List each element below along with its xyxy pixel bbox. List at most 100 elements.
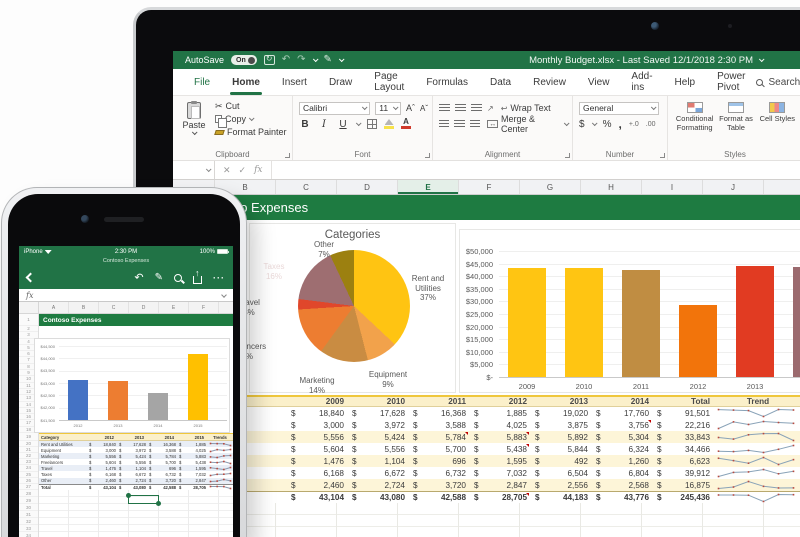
- align-middle-icon[interactable]: [455, 104, 466, 112]
- cell-marketing-2013[interactable]: $5,892: [530, 431, 591, 443]
- mobile-column-header-d[interactable]: D: [129, 302, 159, 313]
- cell-freelancers-total[interactable]: $34,466: [652, 443, 713, 455]
- merge-center-button[interactable]: ↔ Merge & Center: [487, 114, 568, 134]
- cell-equipment-2013[interactable]: $3,875: [530, 419, 591, 431]
- mobile-row-label[interactable]: Travel: [39, 466, 87, 471]
- grow-font-icon[interactable]: Aˆ: [406, 103, 415, 113]
- header-2014[interactable]: 2014: [591, 397, 652, 406]
- borders-icon[interactable]: [367, 119, 377, 129]
- redo-dropdown-icon[interactable]: [312, 56, 318, 62]
- mobile-row-header-1[interactable]: 1: [19, 314, 38, 326]
- mobile-undo-icon[interactable]: ↶: [134, 271, 143, 284]
- cell-freelancers-2012[interactable]: $5,438: [469, 443, 530, 455]
- cell-total-total[interactable]: $245,436: [652, 492, 713, 503]
- mobile-column-header-e[interactable]: E: [159, 302, 189, 313]
- mobile-column-header-a[interactable]: A: [39, 302, 69, 313]
- redo-icon[interactable]: ↷: [297, 55, 305, 65]
- cell-total-2009[interactable]: $43,104: [286, 492, 347, 503]
- trend-cell[interactable]: [713, 419, 800, 431]
- cell-taxes-2013[interactable]: $6,504: [530, 467, 591, 479]
- cell-rent-and-utilities-total[interactable]: $91,501: [652, 407, 713, 419]
- cell-taxes-2012[interactable]: $7,032: [469, 467, 530, 479]
- align-bottom-icon[interactable]: [471, 104, 482, 112]
- cell-travel-2009[interactable]: $1,476: [286, 455, 347, 467]
- empty-cells-grid[interactable]: [173, 503, 800, 537]
- trend-cell[interactable]: [713, 479, 800, 491]
- mobile-header-category[interactable]: Category: [39, 435, 87, 440]
- cell-freelancers-2014[interactable]: $6,324: [591, 443, 652, 455]
- tab-insert[interactable]: Insert: [271, 69, 318, 95]
- bold-button[interactable]: B: [299, 119, 311, 130]
- pen-mode-icon[interactable]: ✎: [324, 55, 332, 65]
- mobile-header-2015[interactable]: 2015: [177, 435, 207, 440]
- trend-cell[interactable]: [713, 455, 800, 467]
- column-header-g[interactable]: G: [520, 180, 581, 194]
- tab-file[interactable]: File: [183, 69, 221, 95]
- mobile-cell[interactable]: $1,104: [117, 466, 147, 471]
- fill-color-button[interactable]: [384, 119, 394, 129]
- tab-home[interactable]: Home: [221, 69, 271, 95]
- name-box[interactable]: [173, 161, 215, 179]
- orientation-icon[interactable]: ↗: [487, 104, 494, 113]
- trend-cell[interactable]: [713, 407, 800, 419]
- cell-freelancers-2011[interactable]: $5,700: [408, 443, 469, 455]
- mobile-cell[interactable]: $4,025: [177, 448, 207, 453]
- underline-button[interactable]: U: [337, 119, 349, 130]
- mobile-cell[interactable]: $5,438: [177, 460, 207, 465]
- mobile-cell[interactable]: $2,724: [117, 478, 147, 483]
- mobile-search-icon[interactable]: [174, 274, 182, 282]
- mobile-cell[interactable]: $696: [147, 466, 177, 471]
- mobile-cell[interactable]: $6,732: [147, 472, 177, 477]
- trend-cell[interactable]: [713, 431, 800, 443]
- mobile-row-header-34[interactable]: 34: [19, 532, 38, 537]
- mobile-sheet-title-cell[interactable]: Contoso Expenses: [39, 314, 233, 326]
- header-2012[interactable]: 2012: [469, 397, 530, 406]
- header-trend[interactable]: Trend: [713, 397, 800, 406]
- font-size-combo[interactable]: 11: [375, 102, 401, 115]
- mobile-row-label[interactable]: Freelancers: [39, 460, 87, 465]
- font-color-button[interactable]: A: [401, 119, 411, 129]
- tab-help[interactable]: Help: [664, 69, 707, 95]
- cell-marketing-2014[interactable]: $5,304: [591, 431, 652, 443]
- tab-formulas[interactable]: Formulas: [415, 69, 479, 95]
- cell-other-total[interactable]: $16,875: [652, 479, 713, 491]
- bar-chart[interactable]: $50,000$45,000$40,000$35,000$30,000$25,0…: [459, 229, 800, 393]
- cell-rent-and-utilities-2010[interactable]: $17,628: [347, 407, 408, 419]
- number-dialog-launcher-icon[interactable]: [660, 153, 665, 158]
- cell-total-2012[interactable]: $28,705: [469, 492, 530, 503]
- mobile-column-header-c[interactable]: C: [99, 302, 129, 313]
- mobile-formula-expand-icon[interactable]: [221, 292, 227, 298]
- cell-equipment-2011[interactable]: $3,588: [408, 419, 469, 431]
- cell-other-2014[interactable]: $2,568: [591, 479, 652, 491]
- pie-chart[interactable]: Categories Rent and Utilities37%Equipmen…: [249, 223, 456, 393]
- percent-format-button[interactable]: %: [603, 119, 612, 130]
- mobile-cell[interactable]: $5,556: [87, 454, 117, 459]
- cell-taxes-2014[interactable]: $6,804: [591, 467, 652, 479]
- currency-format-button[interactable]: $: [579, 119, 585, 130]
- mobile-cell[interactable]: $18,840: [87, 442, 117, 447]
- mobile-row-header-28[interactable]: 28: [19, 490, 38, 497]
- mobile-more-icon[interactable]: ···: [213, 273, 225, 283]
- comma-format-button[interactable]: ,: [618, 117, 621, 131]
- cell-marketing-2009[interactable]: $5,556: [286, 431, 347, 443]
- cell-total-2014[interactable]: $43,776: [591, 492, 652, 503]
- selection-handle-bottom[interactable]: [156, 501, 161, 506]
- mobile-cell[interactable]: $3,000: [87, 448, 117, 453]
- mobile-header-2013[interactable]: 2013: [117, 435, 147, 440]
- number-format-combo[interactable]: General: [579, 102, 659, 115]
- mobile-header-2012[interactable]: 2012: [87, 435, 117, 440]
- format-as-table-button[interactable]: Format as Table: [715, 100, 756, 132]
- cell-rent-and-utilities-2014[interactable]: $17,760: [591, 407, 652, 419]
- clipboard-dialog-launcher-icon[interactable]: [285, 153, 290, 158]
- cell-marketing-2010[interactable]: $5,424: [347, 431, 408, 443]
- mobile-header-trends[interactable]: Trends: [207, 435, 233, 440]
- mobile-cell[interactable]: $3,588: [147, 448, 177, 453]
- mobile-cell[interactable]: $3,972: [117, 448, 147, 453]
- cell-taxes-2009[interactable]: $6,168: [286, 467, 347, 479]
- align-top-icon[interactable]: [439, 104, 450, 112]
- cell-rent-and-utilities-2009[interactable]: $18,840: [286, 407, 347, 419]
- cell-equipment-2010[interactable]: $3,972: [347, 419, 408, 431]
- selection-handle-top[interactable]: [126, 493, 131, 498]
- cell-total-2010[interactable]: $43,080: [347, 492, 408, 503]
- header-2010[interactable]: 2010: [347, 397, 408, 406]
